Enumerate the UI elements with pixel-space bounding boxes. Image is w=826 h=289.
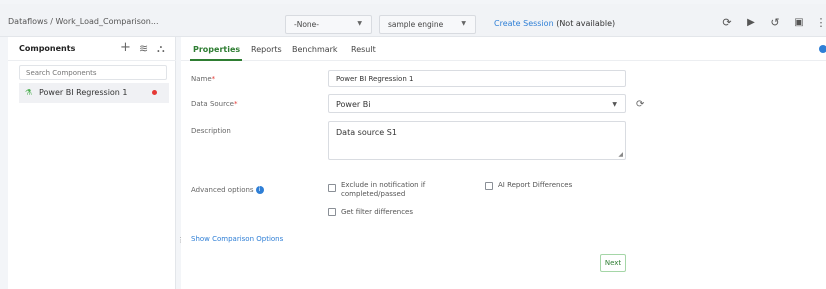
chevron-down-icon: ▼ xyxy=(357,20,362,27)
datasource-value: Power Bi xyxy=(336,100,371,109)
chevron-down-icon: ▼ xyxy=(461,20,466,27)
properties-panel: Properties Reports Benchmark Result Name… xyxy=(181,37,826,289)
ai-report-label: AI Report Differences xyxy=(498,181,573,189)
datasource-select[interactable]: Power Bi ▼ xyxy=(328,94,626,113)
exclude-notification-checkbox[interactable] xyxy=(328,184,336,192)
name-label: Name* xyxy=(191,75,216,83)
advanced-options-label: Advanced options i xyxy=(191,186,264,194)
help-icon[interactable] xyxy=(819,45,826,53)
refresh-icon[interactable]: ⟳ xyxy=(636,99,644,110)
source-select[interactable]: -None- ▼ xyxy=(285,15,372,34)
description-value: Data source S1 xyxy=(336,128,397,137)
datasource-label: Data Source* xyxy=(191,100,238,108)
top-toolbar: Dataflows / Work_Load_Comparison... -Non… xyxy=(0,4,826,37)
source-select-value: -None- xyxy=(294,20,319,29)
hierarchy-icon[interactable]: ⛬ xyxy=(157,42,165,56)
info-icon[interactable]: i xyxy=(255,186,264,194)
search-components[interactable] xyxy=(19,65,167,80)
tab-benchmark[interactable]: Benchmark xyxy=(292,45,338,54)
description-textarea[interactable]: Data source S1 ◢ xyxy=(328,121,626,160)
play-icon[interactable]: ▶ xyxy=(744,16,758,30)
create-session-status: (Not available) xyxy=(556,19,616,28)
list-item-label: Power BI Regression 1 xyxy=(39,88,128,97)
chevron-down-icon: ▼ xyxy=(612,101,617,108)
tab-reports[interactable]: Reports xyxy=(251,45,282,54)
components-header: Components + ≋ ⛬ xyxy=(8,37,176,61)
breadcrumb[interactable]: Dataflows / Work_Load_Comparison... xyxy=(8,17,159,26)
components-title: Components xyxy=(19,44,76,53)
tab-bar: Properties Reports Benchmark Result xyxy=(181,37,826,61)
name-value: Power BI Regression 1 xyxy=(336,75,414,83)
tab-properties[interactable]: Properties xyxy=(193,45,240,54)
next-button[interactable]: Next xyxy=(600,254,626,272)
create-session: Create Session (Not available) xyxy=(494,19,615,28)
history-icon[interactable]: ↺ xyxy=(768,16,782,30)
refresh-icon[interactable]: ⟳ xyxy=(720,16,734,30)
status-dot xyxy=(152,90,157,95)
components-panel: Components + ≋ ⛬ ⚗ Power BI Regression 1 xyxy=(8,37,176,289)
search-input[interactable] xyxy=(20,66,166,79)
ai-report-checkbox[interactable] xyxy=(485,182,493,190)
active-tab-indicator xyxy=(190,59,242,61)
name-field[interactable]: Power BI Regression 1 xyxy=(328,70,626,87)
description-label: Description xyxy=(191,127,231,135)
more-icon[interactable]: ⋮ xyxy=(814,16,826,30)
list-item[interactable]: ⚗ Power BI Regression 1 xyxy=(19,83,169,103)
show-comparison-options-link[interactable]: Show Comparison Options xyxy=(191,235,283,243)
regression-icon: ⚗ xyxy=(25,88,33,97)
database-icon[interactable]: ≋ xyxy=(139,42,148,55)
resize-handle-icon[interactable]: ◢ xyxy=(618,151,623,158)
tab-result[interactable]: Result xyxy=(351,45,376,54)
engine-select[interactable]: sample engine ▼ xyxy=(379,15,476,34)
create-session-link[interactable]: Create Session xyxy=(494,19,554,28)
save-icon[interactable]: ▣ xyxy=(792,16,806,30)
filter-differences-checkbox[interactable] xyxy=(328,208,336,216)
filter-differences-label: Get filter differences xyxy=(341,208,413,216)
exclude-notification-label: Exclude in notification if completed/pas… xyxy=(341,181,426,198)
engine-select-value: sample engine xyxy=(388,20,444,29)
add-icon[interactable]: + xyxy=(120,40,131,55)
